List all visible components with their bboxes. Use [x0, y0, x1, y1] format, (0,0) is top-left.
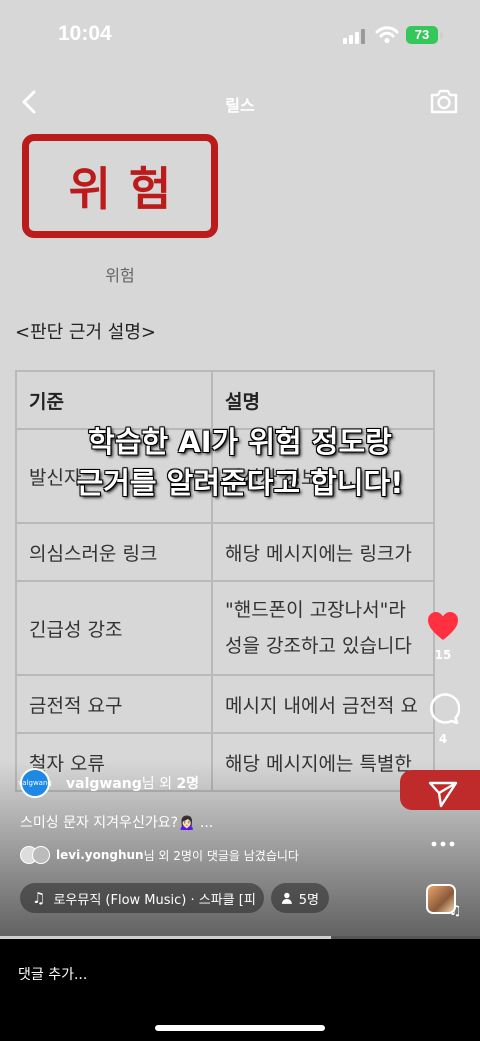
like-count: 15	[434, 648, 452, 662]
comments-username: levi.yonghun	[56, 848, 144, 862]
author-suffix: 님 외	[141, 776, 177, 792]
overlay-caption: 학습한 AI가 위험 정도랑 근거를 알려준다고 합니다!	[0, 422, 480, 504]
video-progress-fill	[0, 936, 332, 939]
table-header-cell: 설명	[211, 370, 435, 430]
status-time: 10:04	[58, 22, 112, 45]
music-note-small-icon: ♫	[449, 903, 462, 919]
author-row[interactable]: valgwang valgwang님 외 2명	[18, 768, 199, 798]
table-row: 긴급성 강조 "핸드폰이 고장나서"라 성을 강조하고 있습니다	[15, 580, 435, 676]
table-cell: 의심스러운 링크	[15, 522, 213, 582]
status-bar: 10:04 73	[0, 0, 480, 70]
author-count: 2명	[176, 776, 200, 792]
share-button[interactable]	[418, 780, 468, 812]
comment-bar[interactable]: 댓글 추가...	[0, 950, 480, 1000]
battery-tip	[440, 32, 443, 39]
table-cell-line: "핸드폰이 고장나서"라	[225, 599, 406, 621]
table-cell-line: 성을 강조하고 있습니다	[225, 635, 412, 657]
avatar[interactable]: valgwang	[18, 768, 52, 798]
send-icon	[428, 781, 458, 808]
table-cell: 금전적 요구	[15, 674, 213, 734]
danger-badge: 위험	[22, 134, 218, 238]
comments-text: 님 외 2명이 댓글을 남겼습니다	[143, 848, 299, 863]
table-header-row: 기준 설명	[15, 370, 435, 430]
camera-icon[interactable]	[428, 85, 460, 117]
wifi-icon	[375, 26, 399, 44]
table-row: 의심스러운 링크 해당 메시지에는 링크가	[15, 522, 435, 582]
more-dots-icon	[431, 841, 455, 847]
table-row: 금전적 요구 메시지 내에서 금전적 요	[15, 674, 435, 734]
comment-bubble-icon	[429, 693, 461, 725]
music-title: 로우뮤직 (Flow Music) · 스파클 [피	[53, 892, 256, 908]
avatar-label: valgwang	[18, 779, 52, 787]
video-progress-bar[interactable]	[0, 936, 480, 939]
like-button[interactable]: 15	[418, 610, 468, 662]
comments-preview[interactable]: levi.yonghun 님 외 2명이 댓글을 남겼습니다	[20, 846, 299, 864]
danger-caption: 위험	[105, 266, 135, 285]
viewers-count: 5명	[298, 892, 319, 908]
viewers-pill[interactable]: 5명	[271, 883, 329, 913]
author-name[interactable]: valgwang님 외 2명	[66, 773, 199, 793]
comment-button[interactable]: 4	[418, 692, 468, 746]
page-title: 릴스	[225, 96, 255, 115]
danger-badge-text: 위험	[68, 162, 190, 216]
top-bar: 릴스	[0, 80, 480, 124]
section-title: <판단 근거 설명>	[15, 322, 156, 343]
comment-input[interactable]: 댓글 추가...	[18, 964, 87, 984]
heart-icon	[428, 612, 458, 640]
table-cell: "핸드폰이 고장나서"라 성을 강조하고 있습니다	[211, 580, 435, 676]
overlay-line: 학습한 AI가 위험 정도랑	[88, 425, 392, 459]
author-username: valgwang	[66, 776, 142, 792]
cellular-signal-icon	[343, 29, 365, 44]
music-note-icon: ♫	[32, 889, 46, 907]
battery-level: 73	[406, 26, 438, 44]
table-cell: 긴급성 강조	[15, 580, 213, 676]
commenter-avatar	[32, 846, 50, 864]
overlay-line: 근거를 알려준다고 합니다!	[76, 466, 404, 500]
music-pill[interactable]: ♫ 로우뮤직 (Flow Music) · 스파클 [피	[20, 883, 264, 913]
post-caption[interactable]: 스미싱 문자 지겨우신가요?🙍🏻‍♀️ ...	[20, 812, 213, 832]
more-options-button[interactable]	[418, 834, 468, 858]
person-icon	[281, 892, 292, 904]
table-cell: 메시지 내에서 금전적 요	[211, 674, 435, 734]
table-cell: 해당 메시지에는 링크가	[211, 522, 435, 582]
home-indicator[interactable]	[155, 1025, 325, 1031]
table-header-cell: 기준	[15, 370, 213, 430]
reel-video[interactable]: 위험 위험 <판단 근거 설명> 기준 설명 발신자 발신자 정보가 ... 의…	[0, 0, 480, 938]
comment-count: 4	[438, 732, 448, 746]
